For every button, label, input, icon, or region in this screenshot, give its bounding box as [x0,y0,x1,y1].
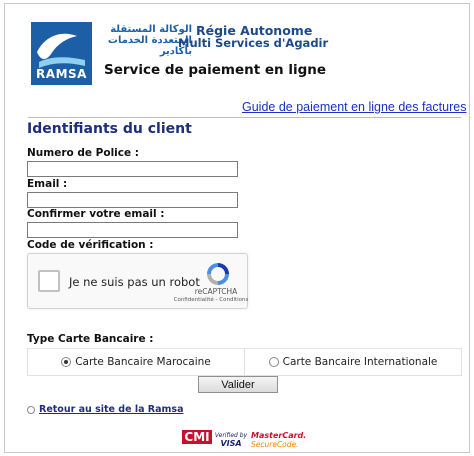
card-type-label: Type Carte Bancaire : [27,333,154,345]
police-label: Numero de Police : [27,147,139,159]
card-option-internationale[interactable]: Carte Bancaire Internationale [244,349,461,375]
divider [28,117,461,118]
verification-label: Code de vérification : [27,239,154,251]
org-name-line2: Multi Services d'Agadir [178,36,329,50]
confirm-email-label: Confirmer votre email : [27,208,165,220]
bullet-icon [27,405,35,414]
mc-line1: MasterCard. [251,431,307,440]
card-type-options: Carte Bancaire Marocaine Carte Bancaire … [27,348,462,376]
recaptcha-widget: Je ne suis pas un robot reCAPTCHA Confid… [27,253,248,309]
recaptcha-label: Je ne suis pas un robot [69,275,200,289]
back-link[interactable]: Retour au site de la Ramsa [39,404,183,415]
card-option-marocaine[interactable]: Carte Bancaire Marocaine [28,349,244,375]
verified-by-visa-logo: Verified by VISA [214,430,248,450]
payment-badges: CMI Verified by VISA MasterCard. SecureC… [182,430,306,450]
cmi-logo: CMI [182,430,212,450]
back-link-row: Retour au site de la Ramsa [27,404,183,415]
confirm-email-input[interactable] [27,222,238,238]
radio-marocaine[interactable] [61,357,72,367]
page-title: Service de paiement en ligne [104,62,327,78]
email-input[interactable] [27,192,238,208]
recaptcha-links[interactable]: Confidentialité - Conditions [173,297,249,303]
visa-line2: VISA [220,439,242,448]
guide-link[interactable]: Guide de paiement en ligne des factures [242,100,466,114]
mastercard-securecode-logo: MasterCard. SecureCode. [251,430,306,450]
card-option-label: Carte Bancaire Marocaine [75,356,211,368]
email-label: Email : [27,178,68,190]
mc-line2: SecureCode. [251,440,299,449]
cmi-mark: CMI [182,430,212,444]
ramsa-logo: RAMSA [31,22,92,85]
submit-button[interactable]: Valider [198,376,278,393]
card-option-label: Carte Bancaire Internationale [282,356,438,368]
section-title: Identifiants du client [27,121,192,137]
police-input[interactable] [27,161,238,177]
recaptcha-brand: reCAPTCHA [194,287,238,296]
recaptcha-checkbox[interactable] [38,270,60,292]
radio-internationale[interactable] [268,357,279,367]
logo-text: RAMSA [36,67,87,81]
